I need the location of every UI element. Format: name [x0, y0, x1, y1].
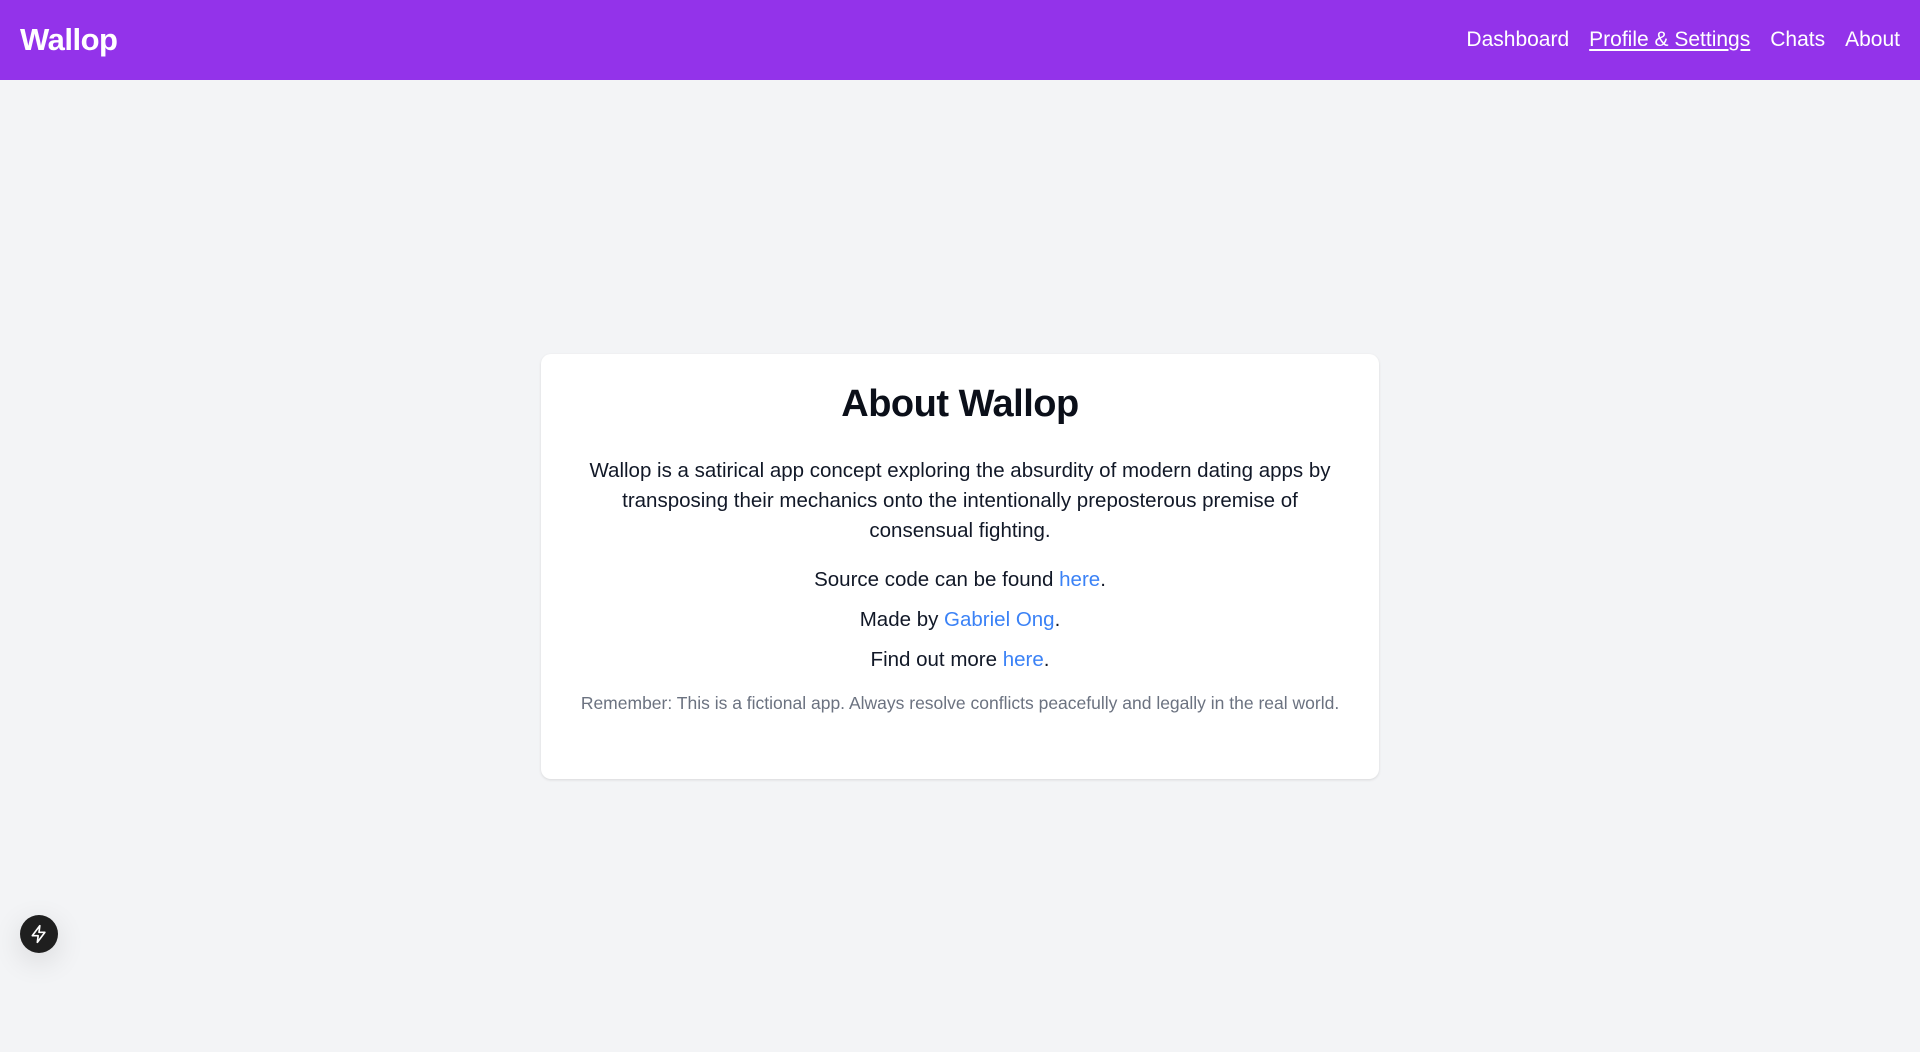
author-link[interactable]: Gabriel Ong — [944, 608, 1055, 631]
page-title: About Wallop — [841, 383, 1079, 425]
source-code-link[interactable]: here — [1059, 568, 1100, 591]
about-card: About Wallop Wallop is a satirical app c… — [541, 354, 1379, 779]
find-out-more-text: Find out more — [870, 648, 1003, 671]
author-line: Made by Gabriel Ong. — [569, 605, 1351, 635]
nav-link-profile-settings[interactable]: Profile & Settings — [1589, 28, 1750, 52]
source-code-text: Source code can be found — [814, 568, 1060, 591]
author-period: . — [1054, 608, 1061, 631]
find-out-more-link[interactable]: here — [1003, 648, 1044, 671]
source-code-period: . — [1100, 568, 1106, 591]
nav-link-chats[interactable]: Chats — [1770, 28, 1825, 52]
nav-link-about[interactable]: About — [1845, 28, 1900, 52]
lightning-bolt-icon — [31, 924, 46, 944]
brand-logo-link[interactable]: Wallop — [20, 22, 118, 58]
find-out-more-line: Find out more here. — [569, 645, 1351, 675]
about-description: Wallop is a satirical app concept explor… — [589, 459, 1331, 542]
author-text: Made by — [859, 608, 945, 631]
disclaimer-note: Remember: This is a fictional app. Alway… — [580, 693, 1340, 713]
find-out-more-period: . — [1043, 648, 1050, 671]
top-navbar: Wallop Dashboard Profile & Settings Chat… — [0, 0, 1920, 80]
dev-tools-button[interactable] — [20, 915, 58, 953]
nav-link-dashboard[interactable]: Dashboard — [1466, 28, 1569, 52]
main-nav: Dashboard Profile & Settings Chats About — [1466, 28, 1900, 52]
source-code-line: Source code can be found here. — [569, 565, 1351, 595]
